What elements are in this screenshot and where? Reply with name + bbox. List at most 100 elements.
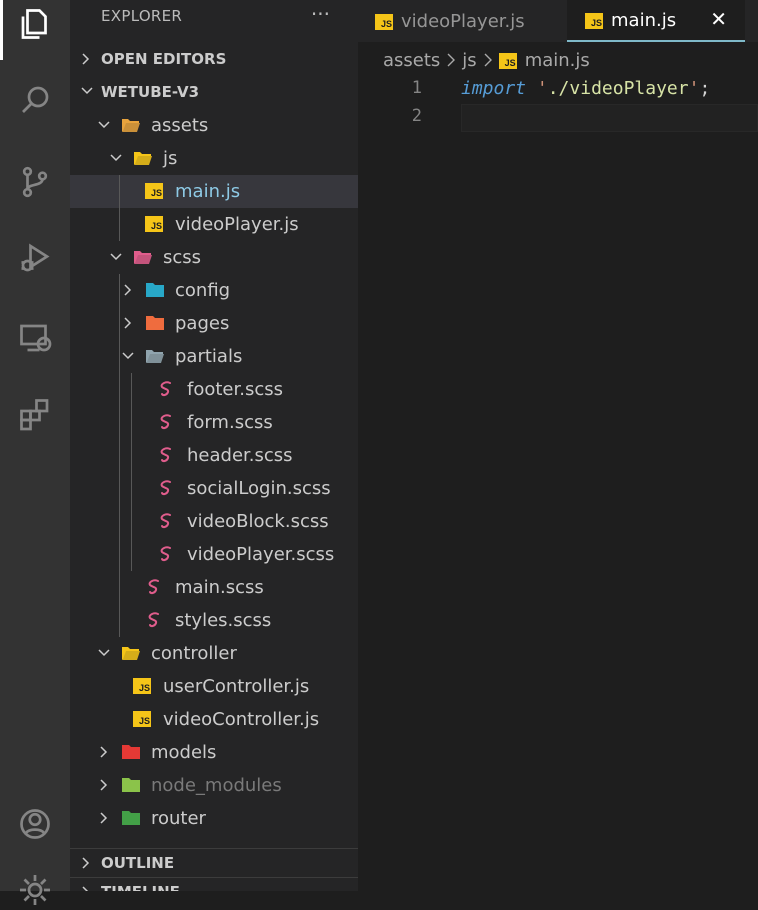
- tree-item-label: videoPlayer.js: [175, 214, 299, 235]
- tree-item[interactable]: assets: [70, 109, 358, 142]
- line-number: 1: [411, 78, 422, 98]
- code-line[interactable]: 1 import './videoPlayer';: [358, 76, 758, 104]
- breadcrumb-item[interactable]: js: [462, 50, 476, 71]
- tab-label: main.js: [611, 9, 677, 31]
- section-label: OPEN EDITORS: [101, 50, 227, 68]
- tab-videoplayer-js[interactable]: JS videoPlayer.js: [375, 0, 565, 42]
- tree-item[interactable]: videoPlayer.scss: [70, 538, 358, 571]
- settings-gear-icon[interactable]: [15, 870, 55, 910]
- semicolon: ;: [699, 78, 711, 99]
- tree-item-label: socialLogin.scss: [187, 478, 331, 499]
- editor-tabs: JS videoPlayer.js JS main.js ✕: [358, 0, 758, 42]
- chevron-down-icon: [81, 87, 93, 95]
- explorer-sidebar: EXPLORER ··· OPEN EDITORS WETUBE-V3 asse…: [70, 0, 358, 891]
- config-folder-icon: [146, 283, 164, 297]
- chevron-right-icon: [100, 812, 108, 824]
- run-debug-icon[interactable]: [15, 238, 55, 278]
- tree-item-label: router: [151, 808, 206, 829]
- tree-item[interactable]: controller: [70, 637, 358, 670]
- tree-item[interactable]: router: [70, 802, 358, 835]
- tree-item[interactable]: scss: [70, 241, 358, 274]
- tree-item[interactable]: pages: [70, 307, 358, 340]
- js-file-icon: JS: [145, 182, 165, 200]
- tree-item[interactable]: JS videoPlayer.js: [70, 208, 358, 241]
- code-line[interactable]: 2: [358, 104, 758, 132]
- explorer-title: EXPLORER: [101, 7, 183, 25]
- tree-item-label: models: [151, 742, 217, 763]
- sass-file-icon: [160, 447, 171, 463]
- chevron-right-icon: [124, 317, 132, 329]
- chevron-down-icon: [122, 352, 134, 360]
- tree-item-label: assets: [151, 115, 209, 136]
- files-icon[interactable]: [15, 4, 55, 44]
- string-literal: ./videoPlayer: [547, 78, 689, 99]
- tree-item-label: videoController.js: [163, 709, 320, 730]
- js-file-icon: JS: [585, 12, 603, 29]
- js-file-icon: JS: [133, 677, 153, 695]
- source-control-icon[interactable]: [15, 162, 55, 202]
- models-folder-icon: [122, 745, 140, 759]
- tree-item-label: node_modules: [151, 775, 282, 796]
- indent-guide: [119, 274, 120, 637]
- sass-file-icon: [148, 612, 159, 628]
- tab-main-js[interactable]: JS main.js ✕: [567, 0, 745, 42]
- section-open-editors[interactable]: OPEN EDITORS: [70, 45, 358, 73]
- tree-item[interactable]: partials: [70, 340, 358, 373]
- tree-item[interactable]: node_modules: [70, 769, 358, 802]
- tree-item-label: header.scss: [187, 445, 293, 466]
- section-label: WETUBE-V3: [101, 83, 200, 101]
- assets-folder-icon: [122, 119, 140, 132]
- js-file-icon: JS: [133, 710, 153, 728]
- js-folder-icon: [134, 152, 152, 165]
- tree-item[interactable]: js: [70, 142, 358, 175]
- code-editor[interactable]: 1 import './videoPlayer'; 2: [358, 76, 758, 891]
- tree-item-label: userController.js: [163, 676, 310, 697]
- breadcrumb-item[interactable]: main.js: [525, 50, 590, 71]
- quote: ': [688, 78, 700, 99]
- remote-explorer-icon[interactable]: [15, 318, 55, 358]
- tree-item[interactable]: styles.scss: [70, 604, 358, 637]
- tree-item-label: pages: [175, 313, 230, 334]
- chevron-right-icon: [82, 857, 90, 869]
- chevron-right-icon: [447, 53, 456, 67]
- line-number: 2: [411, 106, 422, 126]
- section-timeline[interactable]: TIMELINE: [70, 877, 358, 891]
- node-folder-icon: [122, 778, 140, 792]
- breadcrumb-item[interactable]: assets: [383, 50, 440, 71]
- section-project[interactable]: WETUBE-V3: [70, 78, 358, 106]
- tree-item[interactable]: config: [70, 274, 358, 307]
- tree-item[interactable]: main.scss: [70, 571, 358, 604]
- tree-item[interactable]: socialLogin.scss: [70, 472, 358, 505]
- indent-guide: [119, 175, 120, 241]
- sass-file-icon: [160, 381, 171, 397]
- tree-item[interactable]: videoBlock.scss: [70, 505, 358, 538]
- chevron-right-icon: [100, 779, 108, 791]
- scss-folder-icon: [134, 251, 152, 264]
- router-folder-icon: [122, 811, 140, 825]
- tree-item-label: controller: [151, 643, 237, 664]
- tab-label: videoPlayer.js: [401, 10, 525, 32]
- tree-item-label: videoPlayer.scss: [187, 544, 335, 565]
- close-icon[interactable]: ✕: [710, 7, 727, 31]
- chevron-down-icon: [98, 649, 110, 657]
- tree-item-label: js: [163, 148, 178, 169]
- tree-item[interactable]: header.scss: [70, 439, 358, 472]
- sass-file-icon: [148, 579, 159, 595]
- tree-item[interactable]: JS videoController.js: [70, 703, 358, 736]
- account-icon[interactable]: [15, 804, 55, 844]
- tree-item[interactable]: form.scss: [70, 406, 358, 439]
- section-outline[interactable]: OUTLINE: [70, 848, 358, 877]
- tree-item[interactable]: models: [70, 736, 358, 769]
- tree-item[interactable]: JS userController.js: [70, 670, 358, 703]
- chevron-right-icon: [82, 886, 89, 891]
- js-file-icon: JS: [145, 215, 165, 233]
- tree-item[interactable]: JS main.js: [70, 175, 358, 208]
- more-actions-icon[interactable]: ···: [311, 2, 330, 26]
- search-icon[interactable]: [15, 80, 55, 120]
- sass-file-icon: [160, 546, 171, 562]
- extensions-icon[interactable]: [15, 394, 55, 434]
- tree-item[interactable]: footer.scss: [70, 373, 358, 406]
- active-indicator: [0, 0, 3, 60]
- chevron-down-icon: [110, 253, 122, 261]
